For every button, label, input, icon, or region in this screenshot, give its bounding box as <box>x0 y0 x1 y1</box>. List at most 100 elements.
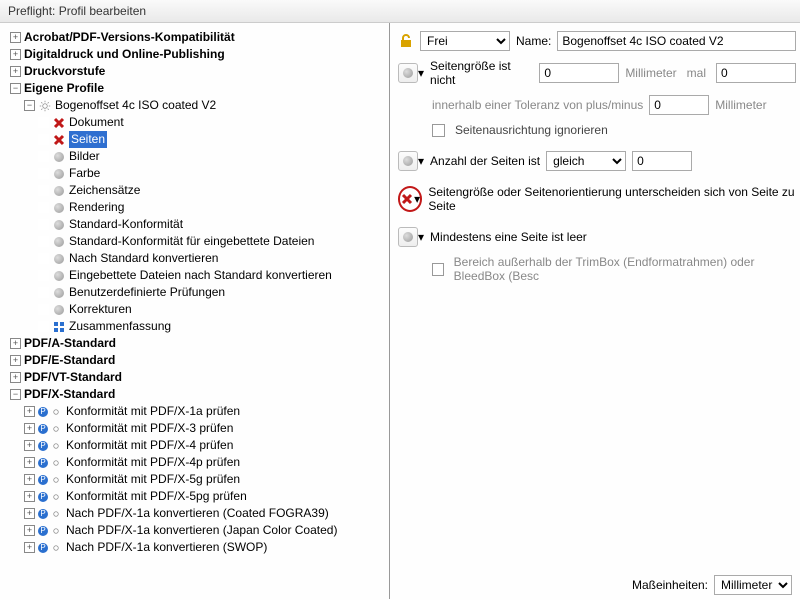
profile-name-input[interactable] <box>557 31 796 51</box>
dot-icon <box>52 184 66 198</box>
tree-item-selected[interactable]: Seiten <box>69 131 107 148</box>
expand-icon[interactable]: + <box>24 423 35 434</box>
tree-item[interactable]: PDF/VT-Standard <box>24 369 122 386</box>
pagesize-label: Seitengröße ist nicht <box>430 59 533 87</box>
tree-item[interactable]: Konformität mit PDF/X-5pg prüfen <box>66 488 247 505</box>
tree-item[interactable]: Druckvorstufe <box>24 63 105 80</box>
ignore-orientation-checkbox[interactable] <box>432 124 445 137</box>
collapse-icon[interactable]: − <box>10 389 21 400</box>
height-input[interactable] <box>716 63 796 83</box>
tree-item[interactable]: Bogenoffset 4c ISO coated V2 <box>55 97 216 114</box>
expand-icon[interactable]: + <box>24 406 35 417</box>
profile-tree[interactable]: +Acrobat/PDF-Versions-Kompatibilität +Di… <box>10 29 385 556</box>
expand-icon[interactable]: + <box>24 474 35 485</box>
tree-item[interactable]: PDF/A-Standard <box>24 335 116 352</box>
tree-item[interactable]: PDF/E-Standard <box>24 352 115 369</box>
collapse-icon[interactable]: − <box>24 100 35 111</box>
tree-item[interactable]: Standard-Konformität für eingebettete Da… <box>69 233 314 250</box>
tree-item[interactable]: Bilder <box>69 148 100 165</box>
expand-icon[interactable]: + <box>24 525 35 536</box>
tree-item[interactable]: Zeichensätze <box>69 182 140 199</box>
tree-item[interactable]: Eingebettete Dateien nach Standard konve… <box>69 267 332 284</box>
gear-icon <box>49 456 63 470</box>
dot-icon <box>52 218 66 232</box>
tree-item[interactable]: Dokument <box>69 114 124 131</box>
mal-label: mal <box>687 66 706 80</box>
p-badge-icon: P <box>38 492 48 502</box>
tree-item[interactable]: Acrobat/PDF-Versions-Kompatibilität <box>24 29 235 46</box>
tree-item[interactable]: Korrekturen <box>69 301 132 318</box>
pagecount-input[interactable] <box>632 151 692 171</box>
collapse-icon[interactable]: − <box>10 83 21 94</box>
tree-item[interactable]: Konformität mit PDF/X-5g prüfen <box>66 471 240 488</box>
tree-item[interactable]: Zusammenfassung <box>69 318 171 335</box>
expand-icon[interactable]: + <box>10 32 21 43</box>
tree-item[interactable]: Konformität mit PDF/X-4 prüfen <box>66 437 233 454</box>
dot-icon <box>52 201 66 215</box>
tolerance-input[interactable] <box>649 95 709 115</box>
gear-icon <box>49 405 63 419</box>
main-split: +Acrobat/PDF-Versions-Kompatibilität +Di… <box>0 23 800 599</box>
tree-item[interactable]: Benutzerdefinierte Prüfungen <box>69 284 225 301</box>
trimbox-label: Bereich außerhalb der TrimBox (Endformat… <box>454 255 796 283</box>
expand-icon[interactable]: + <box>24 457 35 468</box>
tree-item[interactable]: Konformität mit PDF/X-1a prüfen <box>66 403 240 420</box>
pagecount-compare-select[interactable]: gleich <box>546 151 626 171</box>
units-select[interactable]: Millimeter <box>714 575 792 595</box>
tree-item[interactable]: PDF/X-Standard <box>24 386 115 403</box>
gear-icon <box>49 422 63 436</box>
empty-page-label: Mindestens eine Seite ist leer <box>430 230 587 244</box>
dot-icon <box>52 286 66 300</box>
tolerance-label: innerhalb einer Toleranz von plus/minus <box>432 98 643 112</box>
expand-icon[interactable]: + <box>24 491 35 502</box>
tree-item[interactable]: Nach PDF/X-1a konvertieren (Coated FOGRA… <box>66 505 329 522</box>
tree-item[interactable]: Konformität mit PDF/X-4p prüfen <box>66 454 240 471</box>
p-badge-icon: P <box>38 526 48 536</box>
expand-icon[interactable]: + <box>10 372 21 383</box>
error-x-icon <box>400 192 414 206</box>
error-x-icon <box>52 116 66 130</box>
dot-icon <box>52 269 66 283</box>
tree-item[interactable]: Eigene Profile <box>24 80 104 97</box>
expand-icon[interactable]: + <box>24 542 35 553</box>
width-input[interactable] <box>539 63 619 83</box>
gear-icon <box>49 439 63 453</box>
unit-label: Millimeter <box>625 66 676 80</box>
p-badge-icon: P <box>38 509 48 519</box>
lock-state-select[interactable]: Frei <box>420 31 510 51</box>
expand-icon[interactable]: + <box>10 66 21 77</box>
gear-icon <box>49 524 63 538</box>
highlighted-severity: ▾ <box>398 186 422 212</box>
detail-panel: Frei Name: ▾ Seitengröße ist nicht Milli… <box>390 23 800 599</box>
trimbox-checkbox[interactable] <box>432 263 444 276</box>
gear-icon <box>49 541 63 555</box>
tree-item[interactable]: Digitaldruck und Online-Publishing <box>24 46 225 63</box>
severity-button[interactable]: ▾ <box>398 63 424 83</box>
tree-item[interactable]: Nach Standard konvertieren <box>69 250 218 267</box>
tree-item[interactable]: Standard-Konformität <box>69 216 183 233</box>
gear-icon <box>49 507 63 521</box>
severity-button[interactable]: ▾ <box>400 192 420 206</box>
expand-icon[interactable]: + <box>24 440 35 451</box>
tree-item[interactable]: Nach PDF/X-1a konvertieren (SWOP) <box>66 539 267 556</box>
severity-button[interactable]: ▾ <box>398 227 424 247</box>
tree-item[interactable]: Konformität mit PDF/X-3 prüfen <box>66 420 233 437</box>
tolerance-unit: Millimeter <box>715 98 766 112</box>
tree-item[interactable]: Farbe <box>69 165 100 182</box>
dot-icon <box>52 252 66 266</box>
expand-icon[interactable]: + <box>24 508 35 519</box>
tree-panel: +Acrobat/PDF-Versions-Kompatibilität +Di… <box>0 23 390 599</box>
window-title: Preflight: Profil bearbeiten <box>0 0 800 23</box>
pagecount-label: Anzahl der Seiten ist <box>430 154 540 168</box>
expand-icon[interactable]: + <box>10 338 21 349</box>
tree-item[interactable]: Rendering <box>69 199 124 216</box>
expand-icon[interactable]: + <box>10 355 21 366</box>
tree-item[interactable]: Nach PDF/X-1a konvertieren (Japan Color … <box>66 522 337 539</box>
gear-icon <box>38 99 52 113</box>
expand-icon[interactable]: + <box>10 49 21 60</box>
severity-button[interactable]: ▾ <box>398 151 424 171</box>
gear-icon <box>49 490 63 504</box>
dot-icon <box>52 303 66 317</box>
pagesize-differ-label: Seitengröße oder Seitenorientierung unte… <box>428 185 796 213</box>
name-label: Name: <box>516 34 551 48</box>
